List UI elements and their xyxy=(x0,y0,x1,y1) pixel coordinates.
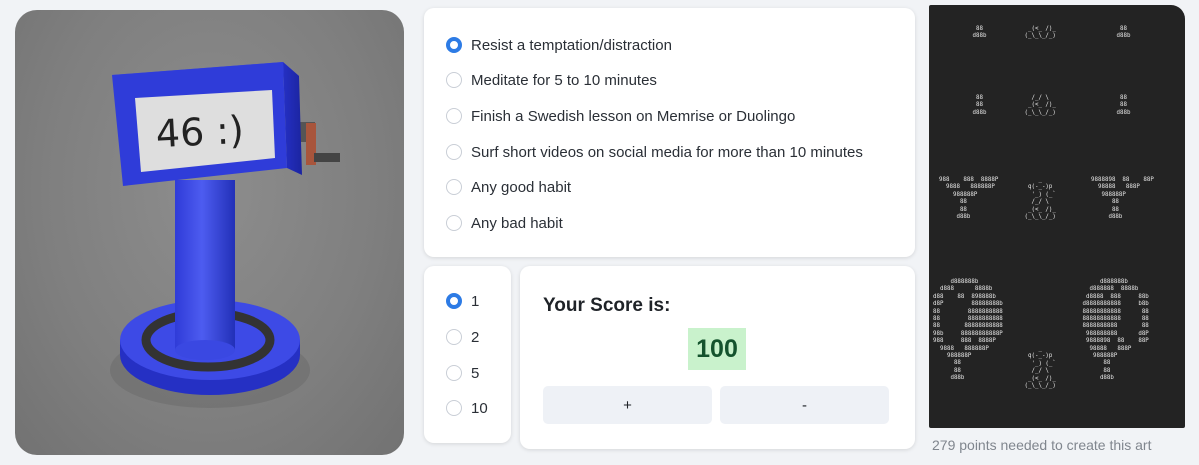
habit-option-swedish-lesson[interactable]: Finish a Swedish lesson on Memrise or Du… xyxy=(446,104,795,128)
ascii-art-block: /_/ \ _(<_ /)_ (_\_\_/_) xyxy=(1024,95,1056,116)
score-value: 100 xyxy=(688,328,746,370)
score-title: Your Score is: xyxy=(543,295,671,316)
points-radio[interactable] xyxy=(446,400,462,416)
ascii-art-block: _(<_ /)_ (_\_\_/_) xyxy=(1024,26,1056,40)
points-option-5[interactable]: 5 xyxy=(446,361,479,385)
habit-radio[interactable] xyxy=(446,144,462,160)
points-option-2[interactable]: 2 xyxy=(446,325,479,349)
habit-option-meditate[interactable]: Meditate for 5 to 10 minutes xyxy=(446,68,657,92)
ascii-art-block: _ q(-_-)p '_) (_` /_/ \ _(<_ /)_ (_\_\_/… xyxy=(1024,346,1056,390)
points-radio-selected[interactable] xyxy=(446,293,462,309)
ascii-art-block: 88 d88b xyxy=(972,26,987,40)
points-radio[interactable] xyxy=(446,365,462,381)
habit-radio[interactable] xyxy=(446,215,462,231)
decrease-score-button[interactable]: - xyxy=(720,386,889,424)
ascii-art-panel: 88 d88b _(<_ /)_ (_\_\_/_) 88 d88b 88 88… xyxy=(929,5,1185,428)
points-label: 1 xyxy=(471,292,480,310)
points-option-10[interactable]: 10 xyxy=(446,396,488,420)
points-label: 10 xyxy=(471,399,488,417)
ascii-art-block: 88 d88b xyxy=(1116,26,1131,40)
habit-radio[interactable] xyxy=(446,72,462,88)
counter-model-illustration: 46 :) xyxy=(110,62,340,408)
habit-label: Finish a Swedish lesson on Memrise or Du… xyxy=(471,107,796,125)
counter-3d-image: 46 :) xyxy=(15,10,404,455)
habit-label: Resist a temptation/distraction xyxy=(471,36,672,54)
ascii-art-block: 88 88 d88b xyxy=(972,95,987,116)
habit-option-short-videos[interactable]: Surf short videos on social media for mo… xyxy=(446,140,863,164)
ascii-art-block: 88 88 d88b xyxy=(1116,95,1131,116)
points-option-1[interactable]: 1 xyxy=(446,289,479,313)
points-label: 2 xyxy=(471,328,480,346)
score-card: Your Score is: 100 + - xyxy=(520,266,915,449)
ascii-art-block: 9888898 88 88P 98888 888P 988888P 88 88 … xyxy=(1091,177,1154,221)
counter-display-text: 46 :) xyxy=(155,108,245,157)
points-options-card: 1 2 5 10 xyxy=(424,266,511,443)
habit-label: Surf short videos on social media for mo… xyxy=(471,143,863,161)
art-points-caption: 279 points needed to create this art xyxy=(932,437,1152,453)
ascii-art-block: _ q(-_-)p '_) (_` /_/ \ _(<_ /)_ (_\_\_/… xyxy=(1024,177,1056,221)
app-root: 46 :) Resist a temptation/distraction Me… xyxy=(0,0,1199,465)
habit-radio-selected[interactable] xyxy=(446,37,462,53)
habit-option-bad-habit[interactable]: Any bad habit xyxy=(446,211,563,235)
habit-option-good-habit[interactable]: Any good habit xyxy=(446,175,571,199)
increase-score-button[interactable]: + xyxy=(543,386,712,424)
ascii-art-block: d888888b d888888 8888b d8888 888 88b d88… xyxy=(1082,279,1149,382)
habit-label: Any bad habit xyxy=(471,214,563,232)
points-radio[interactable] xyxy=(446,329,462,345)
points-label: 5 xyxy=(471,364,480,382)
habit-label: Any good habit xyxy=(471,178,572,196)
ascii-art-block: d888888b d888 8888b d88 88 898888b d8P 8… xyxy=(933,279,1003,382)
habit-label: Meditate for 5 to 10 minutes xyxy=(471,71,657,89)
habit-radio[interactable] xyxy=(446,108,462,124)
ascii-art-block: 988 888 8888P 9888 888888P 988888P 88 88… xyxy=(939,177,999,221)
habit-radio[interactable] xyxy=(446,179,462,195)
habit-option-resist-temptation[interactable]: Resist a temptation/distraction xyxy=(446,33,672,57)
habit-options-card: Resist a temptation/distraction Meditate… xyxy=(424,8,915,257)
